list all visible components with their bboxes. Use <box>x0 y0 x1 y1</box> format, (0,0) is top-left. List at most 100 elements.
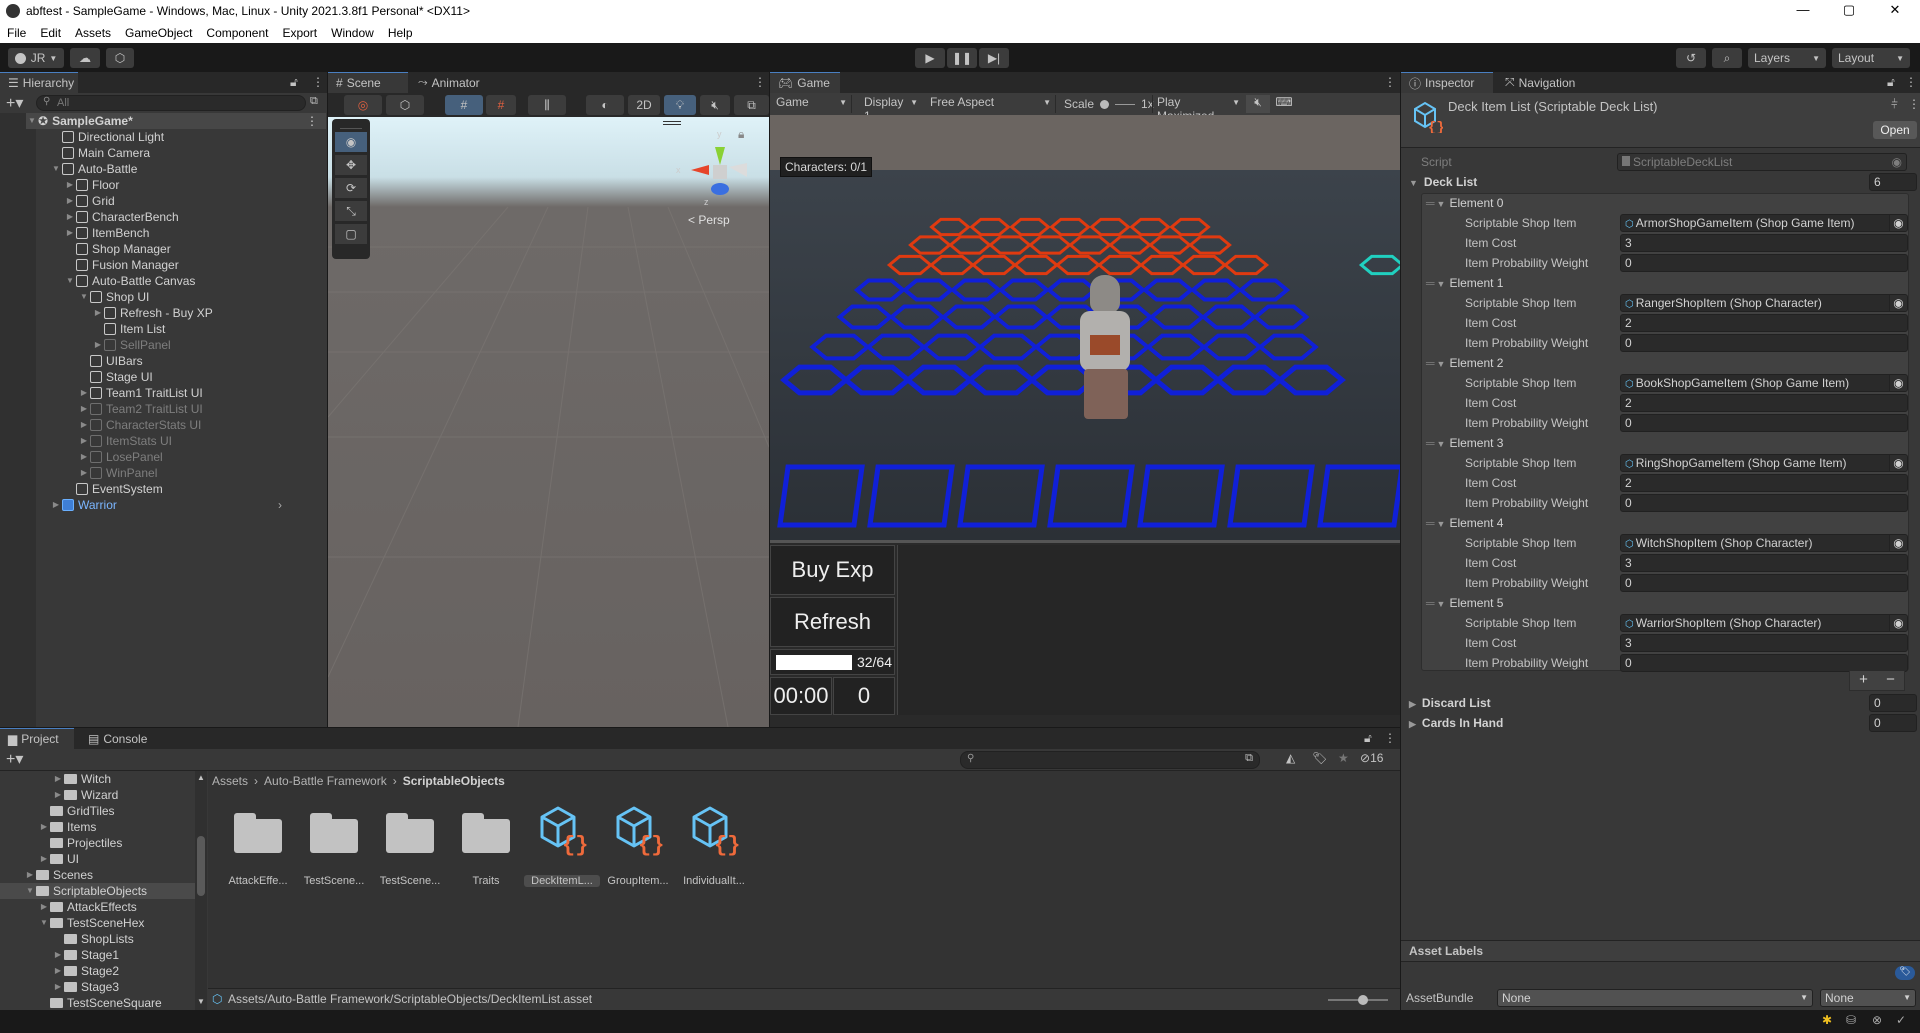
network-icon[interactable]: ⊗ <box>1872 1013 1882 1027</box>
scroll-down-arrow[interactable]: ▼ <box>197 997 205 1006</box>
element-foldout[interactable]: ═ ▼ Element 1 <box>1426 274 1503 292</box>
project-folder-item[interactable]: ▶ Stage2 <box>52 963 190 979</box>
hierarchy-item[interactable]: ▶ Warrior › <box>50 497 290 513</box>
item-probability-weight-field[interactable]: 0 <box>1620 654 1908 672</box>
maximize-button[interactable]: ▢ <box>1826 0 1872 22</box>
layers-dropdown[interactable]: Layers ▼ <box>1748 48 1826 68</box>
item-cost-field[interactable]: 2 <box>1620 474 1908 492</box>
menu-component[interactable]: Component <box>199 26 275 40</box>
maximize-search-icon[interactable]: ⧉ <box>310 95 318 108</box>
asset-item[interactable]: TestScene... <box>372 795 448 895</box>
item-probability-weight-field[interactable]: 0 <box>1620 494 1908 512</box>
item-cost-field[interactable]: 3 <box>1620 554 1908 572</box>
project-folder-item[interactable]: ▶ Scenes <box>24 867 190 883</box>
scriptable-shop-item-field[interactable]: ⬡ WarriorShopItem (Shop Character) ◉ <box>1620 614 1908 632</box>
discard-list-foldout[interactable]: ▶ Discard List <box>1409 694 1491 712</box>
breadcrumb-item[interactable]: Assets <box>212 771 248 791</box>
scriptable-shop-item-field[interactable]: ⬡ RingShopGameItem (Shop Game Item) ◉ <box>1620 454 1908 472</box>
project-folder-item[interactable]: ▼ TestSceneHex <box>38 915 190 931</box>
more-options-icon[interactable]: ⋮ <box>306 113 318 129</box>
project-search-input[interactable]: ⚲ ⧉ <box>960 751 1260 769</box>
element-foldout[interactable]: ═ ▼ Element 4 <box>1426 514 1503 532</box>
scene-viewport[interactable]: ◉ ✥ ⟳ ⤡ ▢ 🔒︎ y x z < Persp <box>328 117 769 727</box>
object-picker-icon[interactable]: ◉ <box>1889 455 1907 471</box>
project-folder-item[interactable]: Projectiles <box>38 835 190 851</box>
hierarchy-item[interactable]: ▶ LosePanel <box>78 449 290 465</box>
collab-button[interactable]: ⬡ <box>106 48 134 68</box>
slider-thumb[interactable] <box>1100 99 1110 109</box>
menu-export[interactable]: Export <box>275 26 324 40</box>
scroll-up-arrow[interactable]: ▲ <box>197 773 205 782</box>
foldout-closed-icon[interactable]: ▶ <box>78 433 90 449</box>
drag-handle-icon[interactable]: ═ <box>1426 436 1435 450</box>
item-cost-field[interactable]: 3 <box>1620 634 1908 652</box>
foldout-closed-icon[interactable]: ▶ <box>64 209 76 225</box>
hierarchy-item[interactable]: ▶ WinPanel <box>78 465 290 481</box>
search-button[interactable]: ⌕ <box>1712 48 1742 68</box>
project-folder-item[interactable]: GridTiles <box>38 803 190 819</box>
prefab-open-icon[interactable]: › <box>278 497 282 513</box>
hierarchy-item[interactable]: Item List <box>92 321 290 337</box>
foldout-open-icon[interactable]: ▼ <box>38 915 50 931</box>
step-button[interactable]: ▶| <box>979 48 1009 68</box>
tab-scene[interactable]: # Scene <box>328 72 408 93</box>
scriptable-shop-item-field[interactable]: ⬡ RangerShopItem (Shop Character) ◉ <box>1620 294 1908 312</box>
orientation-gizmo[interactable] <box>683 137 753 217</box>
foldout-closed-icon[interactable]: ▶ <box>52 787 64 803</box>
item-cost-field[interactable]: 2 <box>1620 394 1908 412</box>
foldout-closed-icon[interactable]: ▶ <box>52 947 64 963</box>
item-probability-weight-field[interactable]: 0 <box>1620 574 1908 592</box>
gizmo-center[interactable] <box>713 165 727 179</box>
hierarchy-item[interactable]: Shop Manager <box>64 241 290 257</box>
item-probability-weight-field[interactable]: 0 <box>1620 254 1908 272</box>
drag-handle-icon[interactable]: ═ <box>1426 196 1435 210</box>
foldout-open-icon[interactable]: ▼ <box>50 161 62 177</box>
slider-thumb[interactable] <box>1358 995 1368 1005</box>
drag-handle-icon[interactable]: ═ <box>1426 596 1435 610</box>
asset-item[interactable]: Traits <box>448 795 524 895</box>
hierarchy-item[interactable]: Directional Light <box>50 129 290 145</box>
hierarchy-item[interactable]: ▶ Team2 TraitList UI <box>78 401 290 417</box>
tab-game[interactable]: 🎮︎ Game <box>770 72 840 93</box>
menu-gameobject[interactable]: GameObject <box>118 26 199 40</box>
object-picker-icon[interactable]: ◉ <box>1889 295 1907 311</box>
increment-snap-button[interactable]: # <box>486 95 516 115</box>
hierarchy-item[interactable]: ▼ Auto-Battle Canvas <box>64 273 290 289</box>
object-picker-icon[interactable]: ◉ <box>1889 375 1907 391</box>
create-button[interactable]: +▾ <box>6 749 23 769</box>
foldout-closed-icon[interactable]: ▶ <box>78 417 90 433</box>
project-folder-item[interactable]: ▶ Items <box>38 819 190 835</box>
more-options-icon[interactable]: ⋮ <box>1905 75 1917 89</box>
hierarchy-item[interactable]: ▶ SellPanel <box>92 337 290 353</box>
tab-project[interactable]: ▆ Project <box>0 728 74 749</box>
lock-icon[interactable]: 🔓︎ <box>1887 75 1895 90</box>
grid-snap-button[interactable]: # <box>445 95 483 115</box>
foldout-closed-icon[interactable]: ▶ <box>78 401 90 417</box>
scale-slider[interactable]: Scale 1x <box>1060 95 1160 113</box>
view-tool[interactable]: ◉ <box>335 132 367 152</box>
game-viewport[interactable]: Characters: 0/1 Buy Exp Refresh 32/64 00… <box>770 115 1400 727</box>
move-tool[interactable]: ✥ <box>335 155 367 175</box>
project-folder-item[interactable]: ▼ ScriptableObjects <box>0 883 195 899</box>
foldout-closed-icon[interactable]: ▶ <box>52 979 64 995</box>
scriptable-shop-item-field[interactable]: ⬡ BookShopGameItem (Shop Game Item) ◉ <box>1620 374 1908 392</box>
cloud-button[interactable]: ☁ <box>70 48 100 68</box>
foldout-closed-icon[interactable]: ▶ <box>64 193 76 209</box>
tab-inspector[interactable]: ⓘ Inspector <box>1401 72 1493 93</box>
breadcrumb-item[interactable]: Auto-Battle Framework <box>264 771 387 791</box>
render-mode-button[interactable]: ◐ <box>586 95 624 115</box>
gizmo-y-axis[interactable] <box>715 147 725 165</box>
refresh-button[interactable]: Refresh <box>770 597 895 647</box>
minimize-button[interactable]: — <box>1780 0 1826 22</box>
item-cost-field[interactable]: 2 <box>1620 314 1908 332</box>
undo-history-button[interactable]: ↺ <box>1676 48 1706 68</box>
element-foldout[interactable]: ═ ▼ Element 2 <box>1426 354 1503 372</box>
asset-item[interactable]: {} DeckItemL... <box>524 795 600 895</box>
deck-list-size-field[interactable]: 6 <box>1869 173 1917 191</box>
element-foldout[interactable]: ═ ▼ Element 5 <box>1426 594 1503 612</box>
assetbundle-variant-dropdown[interactable]: None ▼ <box>1820 989 1916 1007</box>
foldout-closed-icon[interactable]: ▶ <box>78 385 90 401</box>
breadcrumb-item[interactable]: ScriptableObjects <box>403 771 505 791</box>
audio-toggle[interactable]: 🔇︎ <box>700 95 730 115</box>
persp-toggle[interactable]: < Persp <box>688 213 730 227</box>
